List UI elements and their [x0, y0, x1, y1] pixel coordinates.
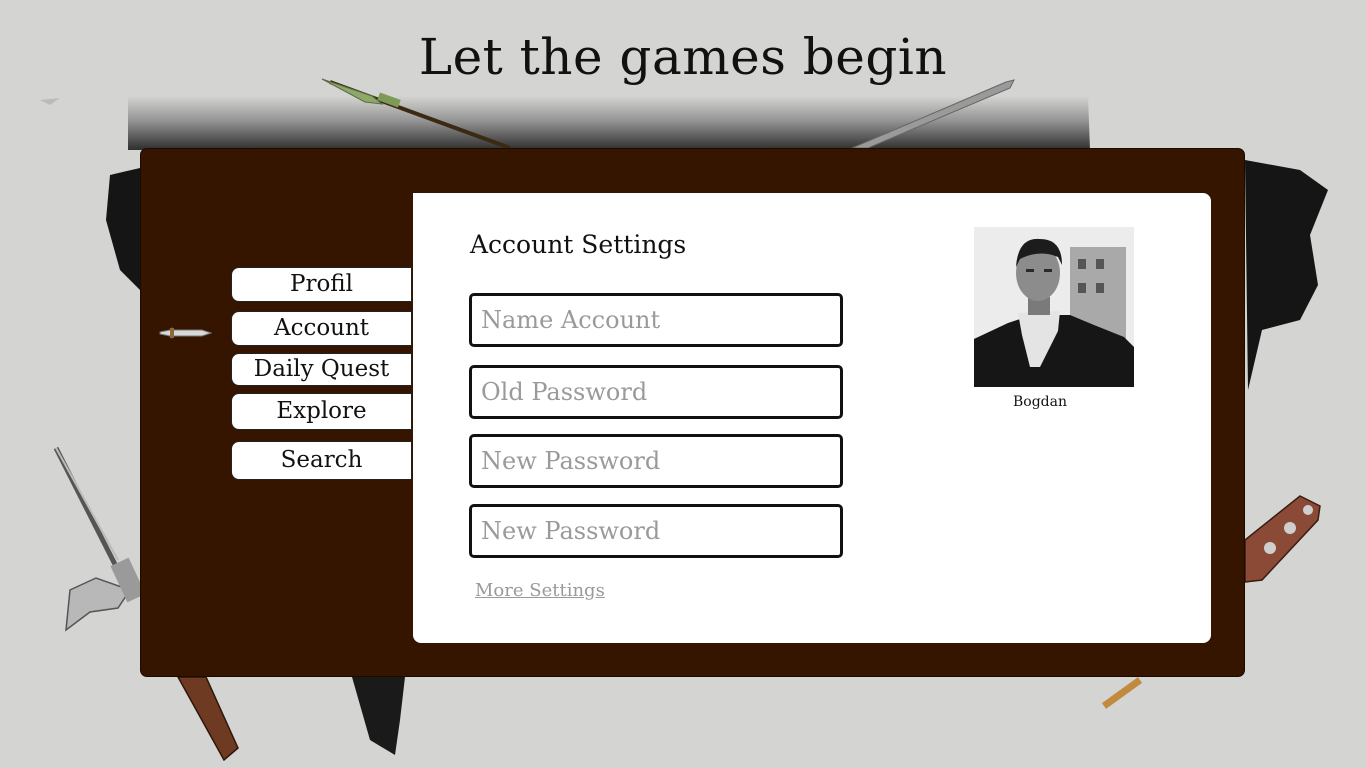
confirm-new-password-input[interactable] — [469, 504, 843, 558]
name-account-input[interactable] — [469, 293, 843, 347]
nav-item-label: Account — [273, 315, 370, 341]
halberd-illustration — [53, 446, 146, 632]
staff-illustration — [1101, 677, 1143, 709]
nav-item-daily-quest[interactable]: Daily Quest — [231, 353, 412, 386]
panel-title: Account Settings — [470, 230, 687, 259]
nav-item-account[interactable]: Account — [231, 311, 412, 346]
profile-name: Bogdan — [1012, 394, 1067, 410]
old-password-input[interactable] — [469, 365, 843, 419]
club-illustration — [176, 676, 239, 762]
nav-item-label: Search — [280, 447, 363, 473]
map-top-band — [128, 96, 1090, 150]
nav-item-label: Daily Quest — [253, 356, 390, 382]
page: Let the games begin Profil Account Daily… — [0, 0, 1366, 768]
more-settings-link[interactable]: More Settings — [475, 580, 605, 601]
map-landmass-right — [1245, 160, 1328, 390]
mace-illustration — [1244, 495, 1321, 583]
new-password-input[interactable] — [469, 434, 843, 488]
dagger-icon — [159, 327, 212, 339]
avatar-photo — [974, 227, 1134, 387]
nav-item-label: Profil — [289, 271, 353, 297]
nav-item-profil[interactable]: Profil — [231, 267, 412, 302]
nav-item-label: Explore — [276, 398, 367, 424]
map-landmass-left — [106, 168, 140, 290]
nav-item-search[interactable]: Search — [231, 441, 412, 480]
map-landmass-bottom — [352, 677, 405, 755]
nav-item-explore[interactable]: Explore — [231, 393, 412, 430]
avatar[interactable] — [974, 227, 1134, 387]
page-title: Let the games begin — [418, 28, 948, 86]
